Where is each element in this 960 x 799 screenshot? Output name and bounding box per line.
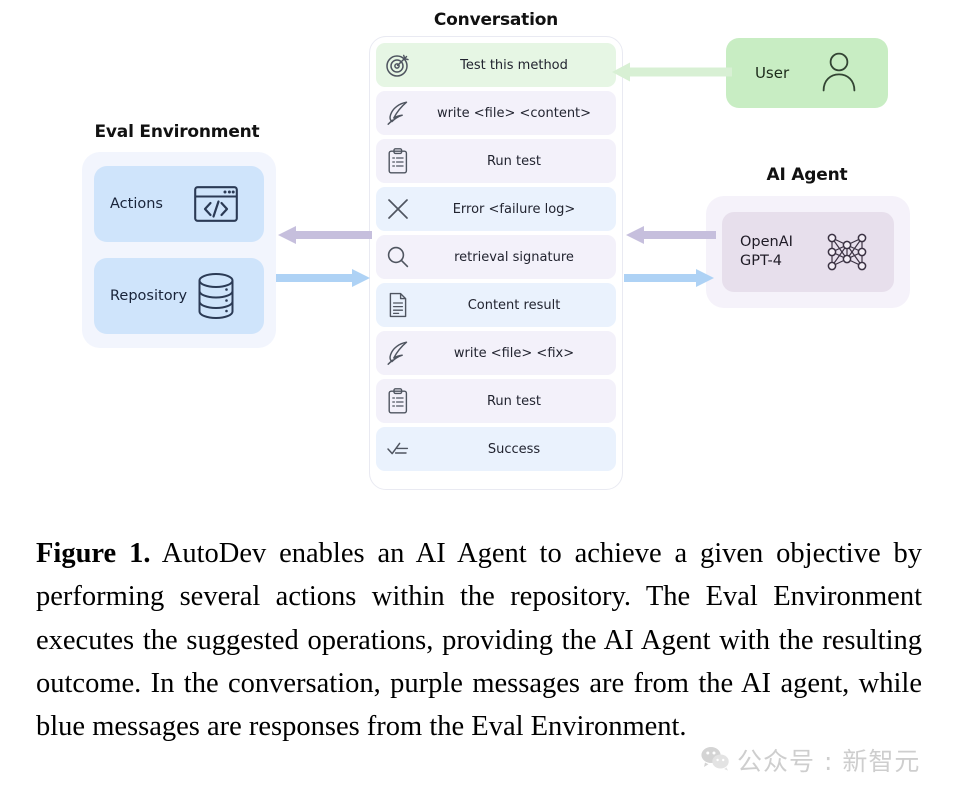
checklist-icon [376,434,420,464]
conversation-message: write <file> <content> [376,91,616,135]
quill-icon [376,98,420,128]
ai-agent-model-line2: GPT-4 [740,253,782,269]
conversation-to-eval-arrow [278,226,372,244]
conversation-message: Run test [376,139,616,183]
search-icon [376,242,420,272]
conversation-message: Run test [376,379,616,423]
eval-card-repository-label: Repository [110,288,188,304]
conversation-message-text: Run test [486,153,542,169]
ai-agent-model-line1: OpenAI [740,234,793,251]
quill-icon [376,338,420,368]
database-icon [192,272,240,320]
ai-agent-model-card: OpenAI GPT-4 [722,212,894,292]
conversation-message: Content result [376,283,616,327]
conversation-message-text: Test this method [460,57,568,73]
figure-diagram: Eval Environment Actions Repository Conv… [0,0,960,515]
eval-to-conversation-arrow [276,269,370,287]
conversation-message: write <file> <fix> [376,331,616,375]
figure-caption-label: Figure 1. [36,538,151,569]
eval-card-actions: Actions [94,166,264,242]
wechat-icon [700,745,730,776]
conversation-message-text: Content result [467,297,561,313]
ai-agent-model-name: OpenAI GPT-4 [740,233,818,270]
eval-card-repository: Repository [94,258,264,334]
eval-environment-title: Eval Environment [94,122,260,142]
conversation-message-text: write <file> <content> [436,105,592,121]
conversation-message-text: retrieval signature [454,249,574,265]
eval-environment-panel: Actions Repository [82,152,276,348]
code-window-icon [192,180,240,228]
user-label: User [754,64,790,82]
figure-caption-body: AutoDev enables an AI Agent to achieve a… [36,538,923,743]
conversation-message-text: Run test [486,393,542,409]
conversation-title: Conversation [433,10,559,30]
user-box: User [726,38,888,108]
conversation-message-text: write <file> <fix> [453,345,575,361]
user-to-conversation-arrow [612,62,732,82]
conversation-message: Error <failure log> [376,187,616,231]
conversation-message: Test this method [376,43,616,87]
conversation-message-text: Success [487,441,541,457]
document-icon [376,290,420,320]
eval-card-actions-label: Actions [110,196,163,212]
conversation-message: retrieval signature [376,235,616,279]
figure-caption: Figure 1. AutoDev enables an AI Agent to… [36,532,922,749]
conversation-to-agent-arrow [624,269,714,287]
neural-network-icon [818,223,876,281]
ai-agent-title: AI Agent [766,165,848,185]
conversation-panel: Test this method write <file> <content> [369,36,623,490]
conversation-message: Success [376,427,616,471]
clipboard-icon [376,386,420,416]
cross-icon [376,194,420,224]
conversation-message-text: Error <failure log> [452,201,576,217]
clipboard-icon [376,146,420,176]
target-icon [376,50,420,80]
ai-agent-panel: OpenAI GPT-4 [706,196,910,308]
person-icon [819,49,859,98]
agent-to-conversation-arrow [626,226,716,244]
